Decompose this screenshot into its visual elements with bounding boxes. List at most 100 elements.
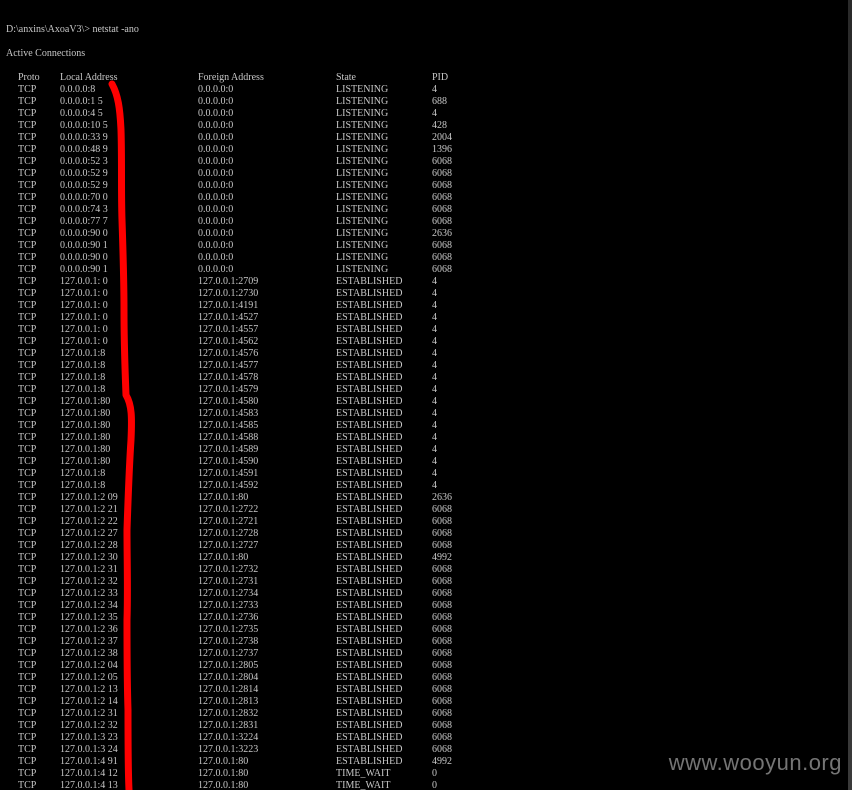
cell-state: ESTABLISHED: [336, 528, 403, 539]
cell-local-address: 127.0.0.1:2 30: [60, 552, 118, 563]
cell-local-address: 127.0.0.1: 0: [60, 288, 108, 299]
cell-local-address: 0.0.0.0:77 7: [60, 216, 108, 227]
cell-pid: 6068: [432, 204, 452, 215]
cell-foreign-address: 127.0.0.1:2728: [198, 528, 259, 539]
cell-pid: 6068: [432, 624, 452, 635]
cell-proto: TCP: [18, 408, 37, 419]
cell-pid: 6068: [432, 576, 452, 587]
cell-foreign-address: 127.0.0.1:4578: [198, 372, 259, 383]
cell-state: ESTABLISHED: [336, 624, 403, 635]
cell-local-address: 127.0.0.1: 0: [60, 336, 108, 347]
cell-pid: 6068: [432, 744, 452, 755]
cell-local-address: 127.0.0.1:2 31: [60, 564, 118, 575]
cell-pid: 6068: [432, 660, 452, 671]
cell-proto: TCP: [18, 216, 37, 227]
cell-state: LISTENING: [336, 204, 389, 215]
table-row: TCP 127.0.0.1:80 127.0.0.1:4585 ESTABLISHED…: [0, 420, 852, 432]
cell-local-address: 0.0.0.0:33 9: [60, 132, 108, 143]
cell-proto: TCP: [18, 672, 37, 683]
cell-state: LISTENING: [336, 228, 389, 239]
cell-pid: 4: [432, 420, 437, 431]
table-row: TCP 0.0.0.0:52 3 0.0.0.0:0 LISTENING 6068: [0, 156, 852, 168]
table-row: TCP 127.0.0.1:2 28 127.0.0.1:2727 ESTABLISH…: [0, 540, 852, 552]
cell-pid: 4: [432, 336, 437, 347]
cell-proto: TCP: [18, 600, 37, 611]
cell-pid: 6068: [432, 240, 452, 251]
cell-foreign-address: 0.0.0.0:0: [198, 180, 234, 191]
cell-local-address: 127.0.0.1:2 04: [60, 660, 118, 671]
cell-state: ESTABLISHED: [336, 660, 403, 671]
cell-pid: 6068: [432, 708, 452, 719]
cell-proto: TCP: [18, 300, 37, 311]
window-border: [848, 0, 852, 790]
cell-local-address: 127.0.0.1:8: [60, 372, 106, 383]
cell-state: LISTENING: [336, 120, 389, 131]
cell-foreign-address: 127.0.0.1:2733: [198, 600, 259, 611]
cell-local-address: 127.0.0.1:2 05: [60, 672, 118, 683]
cell-local-address: 0.0.0.0:10 5: [60, 120, 108, 131]
cell-pid: 0: [432, 768, 437, 779]
cell-pid: 2636: [432, 228, 452, 239]
table-row: TCP 0.0.0.0:52 9 0.0.0.0:0 LISTENING 6068: [0, 180, 852, 192]
cell-state: ESTABLISHED: [336, 456, 403, 467]
cell-state: ESTABLISHED: [336, 744, 403, 755]
cell-proto: TCP: [18, 240, 37, 251]
cell-state: LISTENING: [336, 264, 389, 275]
cell-proto: TCP: [18, 312, 37, 323]
cell-pid: 4: [432, 324, 437, 335]
cell-local-address: 127.0.0.1:80: [60, 456, 111, 467]
cell-state: LISTENING: [336, 252, 389, 263]
cell-state: LISTENING: [336, 132, 389, 143]
cell-state: LISTENING: [336, 108, 389, 119]
cell-state: ESTABLISHED: [336, 696, 403, 707]
table-row: TCP 127.0.0.1: 0 127.0.0.1:2730 ESTABLISHED…: [0, 288, 852, 300]
cell-pid: 6068: [432, 636, 452, 647]
cell-state: ESTABLISHED: [336, 576, 403, 587]
cell-proto: TCP: [18, 648, 37, 659]
cell-proto: TCP: [18, 360, 37, 371]
cell-state: ESTABLISHED: [336, 720, 403, 731]
cell-foreign-address: 127.0.0.1:2722: [198, 504, 259, 515]
cell-foreign-address: 0.0.0.0:0: [198, 132, 234, 143]
cell-proto: TCP: [18, 108, 37, 119]
cell-local-address: 127.0.0.1:2 13: [60, 684, 118, 695]
table-row: TCP 127.0.0.1:2 36 127.0.0.1:2735 ESTABLISH…: [0, 624, 852, 636]
cell-foreign-address: 127.0.0.1:2732: [198, 564, 259, 575]
cell-pid: 4992: [432, 552, 452, 563]
cell-local-address: 127.0.0.1:2 34: [60, 600, 118, 611]
cell-proto: TCP: [18, 444, 37, 455]
cell-state: ESTABLISHED: [336, 384, 403, 395]
table-row: TCP 127.0.0.1:80 127.0.0.1:4580 ESTABLISHED…: [0, 396, 852, 408]
header-state: State: [336, 72, 356, 83]
table-header: Proto Local Address Foreign Address Stat…: [0, 72, 852, 84]
cell-foreign-address: 127.0.0.1:2804: [198, 672, 259, 683]
cell-foreign-address: 127.0.0.1:80: [198, 492, 249, 503]
cell-state: LISTENING: [336, 192, 389, 203]
cell-foreign-address: 0.0.0.0:0: [198, 120, 234, 131]
cell-proto: TCP: [18, 120, 37, 131]
cell-foreign-address: 127.0.0.1:2709: [198, 276, 259, 287]
cell-pid: 4: [432, 468, 437, 479]
table-row: TCP 127.0.0.1:2 27 127.0.0.1:2728 ESTABLISH…: [0, 528, 852, 540]
cell-pid: 6068: [432, 648, 452, 659]
cell-state: ESTABLISHED: [336, 468, 403, 479]
cell-pid: 4: [432, 372, 437, 383]
cell-state: ESTABLISHED: [336, 732, 403, 743]
cell-pid: 6068: [432, 216, 452, 227]
table-row: TCP 0.0.0.0:74 3 0.0.0.0:0 LISTENING 6068: [0, 204, 852, 216]
cell-state: ESTABLISHED: [336, 540, 403, 551]
table-row: TCP 0.0.0.0:10 5 0.0.0.0:0 LISTENING 428: [0, 120, 852, 132]
table-row: TCP 0.0.0.0:77 7 0.0.0.0:0 LISTENING 6068: [0, 216, 852, 228]
cell-foreign-address: 127.0.0.1:4592: [198, 480, 259, 491]
console-window[interactable]: D:\anxins\AxoaV3\> netstat -ano Active C…: [0, 0, 852, 790]
cell-pid: 6068: [432, 168, 452, 179]
cell-proto: TCP: [18, 324, 37, 335]
cell-state: ESTABLISHED: [336, 348, 403, 359]
table-row: TCP 127.0.0.1:2 04 127.0.0.1:2805 ESTABLISH…: [0, 660, 852, 672]
cell-state: ESTABLISHED: [336, 396, 403, 407]
table-row: TCP 127.0.0.1:8 127.0.0.1:4578 ESTABLISHED 4: [0, 372, 852, 384]
cell-proto: TCP: [18, 684, 37, 695]
cell-state: ESTABLISHED: [336, 636, 403, 647]
cell-pid: 6068: [432, 564, 452, 575]
table-row: TCP 127.0.0.1:8 127.0.0.1:4576 ESTABLISHED 4: [0, 348, 852, 360]
